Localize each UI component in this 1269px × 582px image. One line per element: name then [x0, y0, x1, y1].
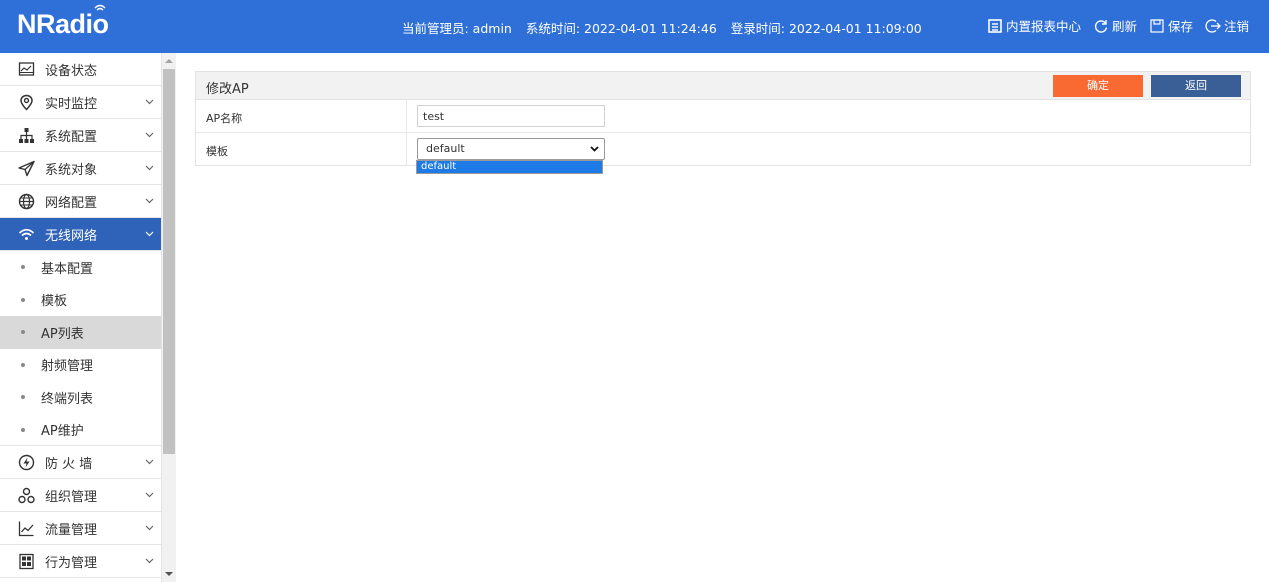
divider	[406, 133, 407, 166]
sidebar-item-label: 系统对象	[45, 162, 98, 178]
chevron-down-icon	[590, 146, 599, 152]
sidebar-subitem-ap-list[interactable]: AP列表	[0, 316, 161, 349]
report-icon	[988, 18, 1002, 33]
sidebar-item-organization[interactable]: 组织管理	[0, 479, 161, 512]
sidebar-subitem-label: 模板	[41, 294, 68, 310]
sidebar-subitem-label: 终端列表	[41, 391, 94, 407]
refresh-label: 刷新	[1111, 19, 1137, 34]
ap-name-input[interactable]	[417, 105, 605, 127]
chevron-down-icon	[145, 558, 154, 564]
sidebar-subitem-label: AP维护	[41, 423, 84, 439]
sidebar-subitem-ap-maintenance[interactable]: AP维护	[0, 414, 161, 446]
panel-header: 修改AP 确定 返回	[196, 72, 1250, 100]
sidebar-item-behavior-management[interactable]: 行为管理	[0, 545, 161, 578]
save-label: 保存	[1167, 19, 1193, 34]
refresh-button[interactable]: 刷新	[1093, 16, 1137, 35]
sidebar-subitem-terminal-list[interactable]: 终端列表	[0, 381, 161, 414]
bullet-icon	[21, 427, 25, 432]
sidebar-item-label: 系统配置	[45, 129, 98, 145]
sidebar-subitem-rf-management[interactable]: 射频管理	[0, 349, 161, 382]
sidebar-item-label: 行为管理	[45, 555, 98, 571]
organization-icon	[18, 487, 35, 504]
bullet-icon	[21, 330, 25, 334]
send-icon	[18, 160, 35, 177]
bullet-icon	[21, 395, 25, 399]
refresh-icon	[1094, 19, 1108, 33]
report-center-button[interactable]: 内置报表中心	[987, 16, 1081, 35]
login-time: 登录时间: 2022-04-01 11:09:00	[730, 21, 922, 36]
header-bar: NRadio 当前管理员: admin 系统时间: 2022-04-01 11:…	[0, 0, 1269, 53]
sidebar: 设备状态 实时监控 系统配置 系统对象 网络配置 无线网络 基本配置 模板 AP…	[0, 53, 162, 582]
scroll-thumb[interactable]	[163, 69, 175, 454]
save-button[interactable]: 保存	[1149, 16, 1193, 35]
sidebar-item-traffic-management[interactable]: 流量管理	[0, 512, 161, 545]
sidebar-item-label: 流量管理	[45, 522, 98, 538]
sidebar-item-system-config[interactable]: 系统配置	[0, 119, 161, 152]
sidebar-item-label: 网络配置	[45, 195, 98, 211]
page-title: 修改AP	[206, 82, 249, 97]
save-icon	[1150, 18, 1164, 33]
sidebar-subitem-basic-config[interactable]: 基本配置	[0, 251, 161, 284]
bullet-icon	[21, 297, 25, 302]
bullet-icon	[21, 362, 25, 367]
template-dropdown-list: default	[416, 160, 603, 174]
current-admin: 当前管理员: admin	[402, 21, 512, 36]
sidebar-item-wireless-network[interactable]: 无线网络	[0, 218, 161, 251]
firewall-icon	[18, 454, 35, 471]
location-pin-icon	[20, 94, 33, 111]
sidebar-item-firewall[interactable]: 防 火 墙	[0, 446, 161, 479]
report-center-label: 内置报表中心	[1005, 19, 1081, 34]
sidebar-item-system-objects[interactable]: 系统对象	[0, 152, 161, 185]
template-select-value: default	[426, 142, 465, 155]
template-label: 模板	[206, 145, 228, 158]
confirm-button[interactable]: 确定	[1053, 75, 1143, 97]
sidebar-scrollbar[interactable]	[162, 53, 176, 582]
bullet-icon	[21, 265, 25, 269]
form-row-template: 模板 default	[196, 133, 1250, 166]
system-time: 系统时间: 2022-04-01 11:24:46	[525, 21, 717, 36]
form-row-ap-name: AP名称	[196, 100, 1250, 133]
monitor-icon	[18, 62, 35, 76]
back-button[interactable]: 返回	[1151, 75, 1241, 97]
sidebar-subitem-label: 射频管理	[41, 359, 94, 375]
globe-icon	[18, 193, 35, 210]
logout-label: 注销	[1223, 19, 1249, 34]
dropdown-option[interactable]: default	[417, 161, 602, 173]
behavior-icon	[19, 553, 34, 570]
header-info: 当前管理员: admin 系统时间: 2022-04-01 11:24:46 登…	[402, 18, 932, 37]
chevron-down-icon	[145, 99, 154, 105]
sidebar-subitem-template[interactable]: 模板	[0, 284, 161, 317]
sidebar-item-device-status[interactable]: 设备状态	[0, 53, 161, 86]
scroll-down-arrow-icon[interactable]	[165, 572, 173, 576]
chevron-down-icon	[145, 132, 154, 138]
chevron-down-icon	[145, 165, 154, 171]
template-select[interactable]: default	[417, 138, 605, 160]
sidebar-item-network-config[interactable]: 网络配置	[0, 185, 161, 218]
chart-line-icon	[18, 521, 34, 537]
scroll-up-arrow-icon[interactable]	[165, 59, 173, 63]
edit-ap-panel: 修改AP 确定 返回 AP名称 模板 default	[195, 71, 1251, 166]
logout-icon	[1205, 18, 1221, 33]
chevron-down-icon	[145, 525, 154, 531]
sidebar-item-realtime-monitor[interactable]: 实时监控	[0, 86, 161, 119]
ap-name-label: AP名称	[206, 112, 243, 125]
sidebar-item-label: 实时监控	[45, 96, 98, 112]
logo: NRadio	[17, 9, 109, 39]
sidebar-subitem-label: 基本配置	[41, 261, 94, 277]
sidebar-subitem-label: AP列表	[41, 326, 84, 342]
sitemap-icon	[19, 128, 34, 143]
chevron-down-icon	[145, 492, 154, 498]
sidebar-item-label: 无线网络	[45, 228, 98, 244]
logout-button[interactable]: 注销	[1205, 16, 1249, 35]
wifi-icon	[18, 228, 35, 240]
chevron-down-icon	[145, 459, 154, 465]
sidebar-item-label: 设备状态	[45, 63, 98, 79]
sidebar-item-label: 组织管理	[45, 489, 98, 505]
sidebar-item-label: 防 火 墙	[45, 456, 93, 472]
chevron-down-icon	[145, 231, 154, 237]
header-actions: 内置报表中心 刷新 保存 注销	[987, 16, 1249, 35]
chevron-down-icon	[145, 198, 154, 204]
divider	[406, 100, 407, 132]
logo-wifi-icon	[94, 4, 106, 11]
